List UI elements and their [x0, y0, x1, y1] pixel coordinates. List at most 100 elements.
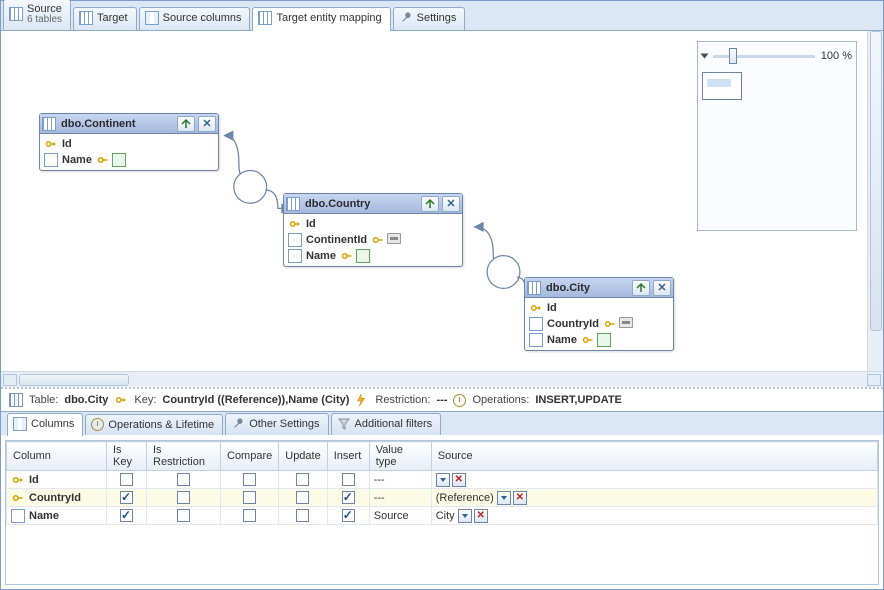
- cell-valuetype[interactable]: ---: [369, 489, 431, 507]
- checkbox-isrestriction[interactable]: [177, 509, 190, 522]
- zoom-slider-thumb[interactable]: [729, 48, 737, 64]
- scroll-right-button[interactable]: [867, 374, 881, 386]
- entity-continent[interactable]: dbo.Continent ✕ Id Name: [39, 113, 219, 171]
- bolt-icon: [355, 393, 369, 407]
- subtab-filters[interactable]: Additional filters: [331, 413, 442, 435]
- field-row[interactable]: Name: [529, 332, 669, 348]
- checkbox-isrestriction[interactable]: [177, 491, 190, 504]
- col-header[interactable]: Column: [7, 442, 107, 471]
- tab-source-sub: 6 tables: [27, 15, 62, 25]
- source-dropdown-button[interactable]: [436, 473, 450, 487]
- label-operations: Operations:: [472, 394, 529, 406]
- entity-close-button[interactable]: ✕: [198, 116, 216, 132]
- subtab-label: Other Settings: [249, 418, 319, 430]
- col-header[interactable]: Compare: [221, 442, 279, 471]
- entity-header[interactable]: dbo.City ✕: [525, 278, 673, 298]
- col-header[interactable]: Is Restriction: [147, 442, 221, 471]
- horizontal-scrollbar[interactable]: [1, 371, 883, 387]
- cell-source: (Reference): [436, 491, 494, 503]
- subtab-label: Columns: [31, 418, 74, 430]
- scroll-left-button[interactable]: [3, 374, 17, 386]
- value-table: dbo.City: [64, 394, 108, 406]
- field-row[interactable]: Name: [44, 152, 214, 168]
- field-row[interactable]: Id: [288, 216, 458, 232]
- col-header[interactable]: Is Key: [107, 442, 147, 471]
- scroll-thumb[interactable]: [19, 374, 129, 386]
- field-name: Name: [306, 250, 336, 262]
- mapping-canvas[interactable]: dbo.Continent ✕ Id Name: [1, 31, 883, 371]
- checkbox-compare[interactable]: [243, 509, 256, 522]
- checkbox-insert[interactable]: [342, 509, 355, 522]
- table-row[interactable]: CountryId --- (Reference) ✕: [7, 489, 878, 507]
- key-icon: [603, 317, 617, 331]
- dropdown-icon[interactable]: [701, 54, 709, 59]
- tab-settings-label: Settings: [417, 12, 457, 24]
- column-icon: [11, 509, 25, 523]
- checkbox-insert[interactable]: [342, 491, 355, 504]
- entity-close-button[interactable]: ✕: [653, 280, 671, 296]
- vertical-scrollbar[interactable]: [867, 31, 883, 371]
- checkbox-iskey[interactable]: [120, 509, 133, 522]
- field-row[interactable]: CountryId: [529, 316, 669, 332]
- tab-source[interactable]: Source 6 tables: [3, 0, 71, 30]
- subtab-other[interactable]: Other Settings: [225, 413, 328, 435]
- entity-expand-button[interactable]: [421, 196, 439, 212]
- checkbox-update[interactable]: [296, 473, 309, 486]
- scroll-thumb[interactable]: [870, 31, 882, 331]
- tab-target[interactable]: Target: [73, 7, 137, 30]
- minimap[interactable]: [702, 72, 742, 100]
- entity-header[interactable]: dbo.Continent ✕: [40, 114, 218, 134]
- cell-valuetype[interactable]: Source: [369, 507, 431, 525]
- cell-column-name: CountryId: [29, 492, 81, 504]
- key-icon: [340, 249, 354, 263]
- tab-settings[interactable]: Settings: [393, 7, 466, 30]
- checkbox-iskey[interactable]: [120, 491, 133, 504]
- source-clear-button[interactable]: ✕: [513, 491, 527, 505]
- entity-title: dbo.Country: [303, 198, 418, 210]
- source-dropdown-button[interactable]: [497, 491, 511, 505]
- clock-icon: [91, 418, 104, 431]
- checkbox-insert[interactable]: [342, 473, 355, 486]
- table-icon: [9, 393, 23, 407]
- col-header[interactable]: Insert: [327, 442, 369, 471]
- details-panel: Columns Operations & Lifetime Other Sett…: [1, 411, 883, 589]
- tab-source-columns[interactable]: Source columns: [139, 7, 251, 30]
- col-header[interactable]: Value type: [369, 442, 431, 471]
- checkbox-iskey[interactable]: [120, 473, 133, 486]
- entity-country[interactable]: dbo.Country ✕ Id ContinentId: [283, 193, 463, 267]
- zoom-slider[interactable]: [713, 55, 815, 58]
- entity-expand-button[interactable]: [632, 280, 650, 296]
- field-name: Id: [62, 138, 72, 150]
- source-clear-button[interactable]: ✕: [452, 473, 466, 487]
- entity-city[interactable]: dbo.City ✕ Id CountryId: [524, 277, 674, 351]
- checkbox-compare[interactable]: [243, 473, 256, 486]
- col-header[interactable]: Source: [431, 442, 877, 471]
- table-row[interactable]: Id --- ✕: [7, 471, 878, 489]
- source-clear-button[interactable]: ✕: [474, 509, 488, 523]
- field-row[interactable]: ContinentId: [288, 232, 458, 248]
- cell-valuetype[interactable]: ---: [369, 471, 431, 489]
- key-icon: [96, 153, 110, 167]
- checkbox-isrestriction[interactable]: [177, 473, 190, 486]
- entity-close-button[interactable]: ✕: [442, 196, 460, 212]
- key-icon: [11, 491, 25, 505]
- col-header[interactable]: Update: [279, 442, 327, 471]
- subtab-columns[interactable]: Columns: [7, 413, 83, 436]
- entity-title: dbo.City: [544, 282, 629, 294]
- field-row[interactable]: Id: [44, 136, 214, 152]
- field-row[interactable]: Name: [288, 248, 458, 264]
- checkbox-update[interactable]: [296, 509, 309, 522]
- checkbox-compare[interactable]: [243, 491, 256, 504]
- entity-expand-button[interactable]: [177, 116, 195, 132]
- foreignkey-icon: [387, 233, 401, 244]
- field-row[interactable]: Id: [529, 300, 669, 316]
- source-dropdown-button[interactable]: [458, 509, 472, 523]
- table-row[interactable]: Name Source City ✕: [7, 507, 878, 525]
- field-name: Name: [547, 334, 577, 346]
- field-name: Name: [62, 154, 92, 166]
- checkbox-update[interactable]: [296, 491, 309, 504]
- tab-target-mapping[interactable]: Target entity mapping: [252, 7, 390, 31]
- subtab-operations[interactable]: Operations & Lifetime: [85, 414, 223, 435]
- key-icon: [288, 217, 302, 231]
- entity-header[interactable]: dbo.Country ✕: [284, 194, 462, 214]
